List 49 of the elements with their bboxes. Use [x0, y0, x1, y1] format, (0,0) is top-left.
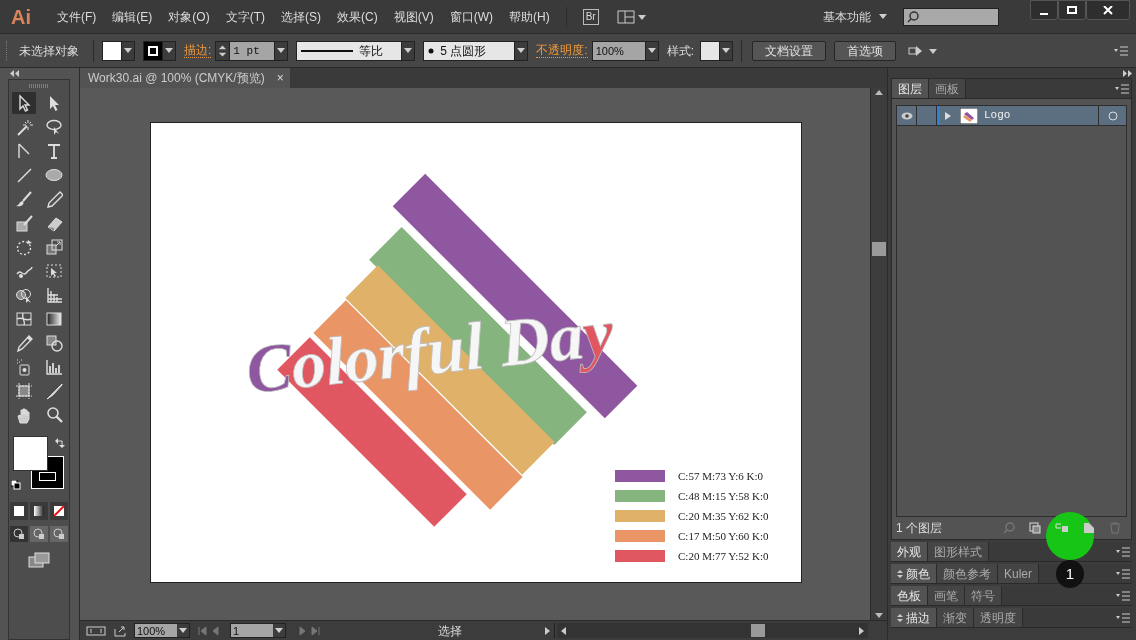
panel-tab[interactable]: 符号: [965, 586, 1002, 605]
zoom-dropdown[interactable]: 100%: [134, 623, 190, 638]
stroke-link[interactable]: 描边:: [184, 43, 212, 58]
panel-tab[interactable]: 颜色: [891, 564, 937, 583]
app-logo: Ai: [11, 6, 31, 27]
toolbar-button[interactable]: 首选项: [834, 40, 897, 61]
style-label: 样式:: [666, 42, 695, 60]
panel-tab[interactable]: 透明度: [974, 608, 1023, 627]
headline-text: C olorful Da y: [242, 293, 617, 408]
opacity-dropdown[interactable]: 100%: [591, 40, 659, 61]
panel-tab[interactable]: 颜色参考: [937, 564, 998, 583]
close-tab-button[interactable]: ×: [276, 69, 284, 87]
stroke-profile-dropdown[interactable]: 等比: [296, 40, 416, 61]
legend-label: C:17 M:50 Y:60 K:0: [678, 530, 769, 542]
legend-label: C:48 M:15 Y:58 K:0: [678, 490, 769, 502]
legend-label: C:20 M:35 Y:62 K:0: [678, 510, 769, 522]
opacity-link[interactable]: 不透明度:: [536, 43, 588, 58]
panel-tab[interactable]: 图层: [892, 79, 929, 98]
panel-tab[interactable]: 图形样式: [928, 542, 989, 561]
panel-tab[interactable]: 画板: [929, 79, 966, 98]
layer-name: Logo: [984, 108, 1012, 124]
toolbar-button[interactable]: 文档设置: [752, 40, 827, 61]
layer-count: 1 个图层: [896, 520, 942, 537]
brush-dropdown[interactable]: 5 点圆形: [423, 40, 529, 61]
menu-item[interactable]: 文件(F): [49, 7, 105, 26]
menu-item[interactable]: 效果(C): [329, 7, 386, 26]
menu-item[interactable]: 窗口(W): [441, 7, 501, 26]
status-dropdown[interactable]: 选择: [350, 623, 555, 638]
artboard-field[interactable]: 1: [230, 623, 286, 638]
document-tab[interactable]: Work30.ai @ 100% (CMYK/预览) ×: [80, 68, 290, 88]
workspace-switcher[interactable]: 基本功能: [822, 7, 887, 26]
bridge-button[interactable]: Br: [582, 8, 599, 25]
menu-item[interactable]: 选择(S): [273, 7, 329, 26]
panel-tab[interactable]: 色板: [891, 586, 928, 605]
selection-status: 未选择对象: [19, 42, 79, 60]
legend-label: C:20 M:77 Y:52 K:0: [678, 550, 769, 562]
panel-tab[interactable]: Kuler: [998, 564, 1039, 583]
stroke-weight-field[interactable]: 1 pt: [215, 40, 289, 61]
menu-item[interactable]: 对象(O): [160, 7, 218, 26]
panel-tab[interactable]: 描边: [891, 608, 937, 627]
menu-item[interactable]: 文字(T): [217, 7, 273, 26]
panel-tab[interactable]: 画笔: [928, 586, 965, 605]
menu-item[interactable]: 帮助(H): [501, 7, 558, 26]
legend-label: C:57 M:73 Y:6 K:0: [678, 470, 764, 482]
menu-item[interactable]: 视图(V): [385, 7, 442, 26]
layer-row[interactable]: Logo: [897, 106, 1126, 126]
menu-item[interactable]: 编辑(E): [104, 7, 161, 26]
panel-tab[interactable]: 外观: [891, 542, 928, 561]
panel-tab[interactable]: 渐变: [937, 608, 974, 627]
